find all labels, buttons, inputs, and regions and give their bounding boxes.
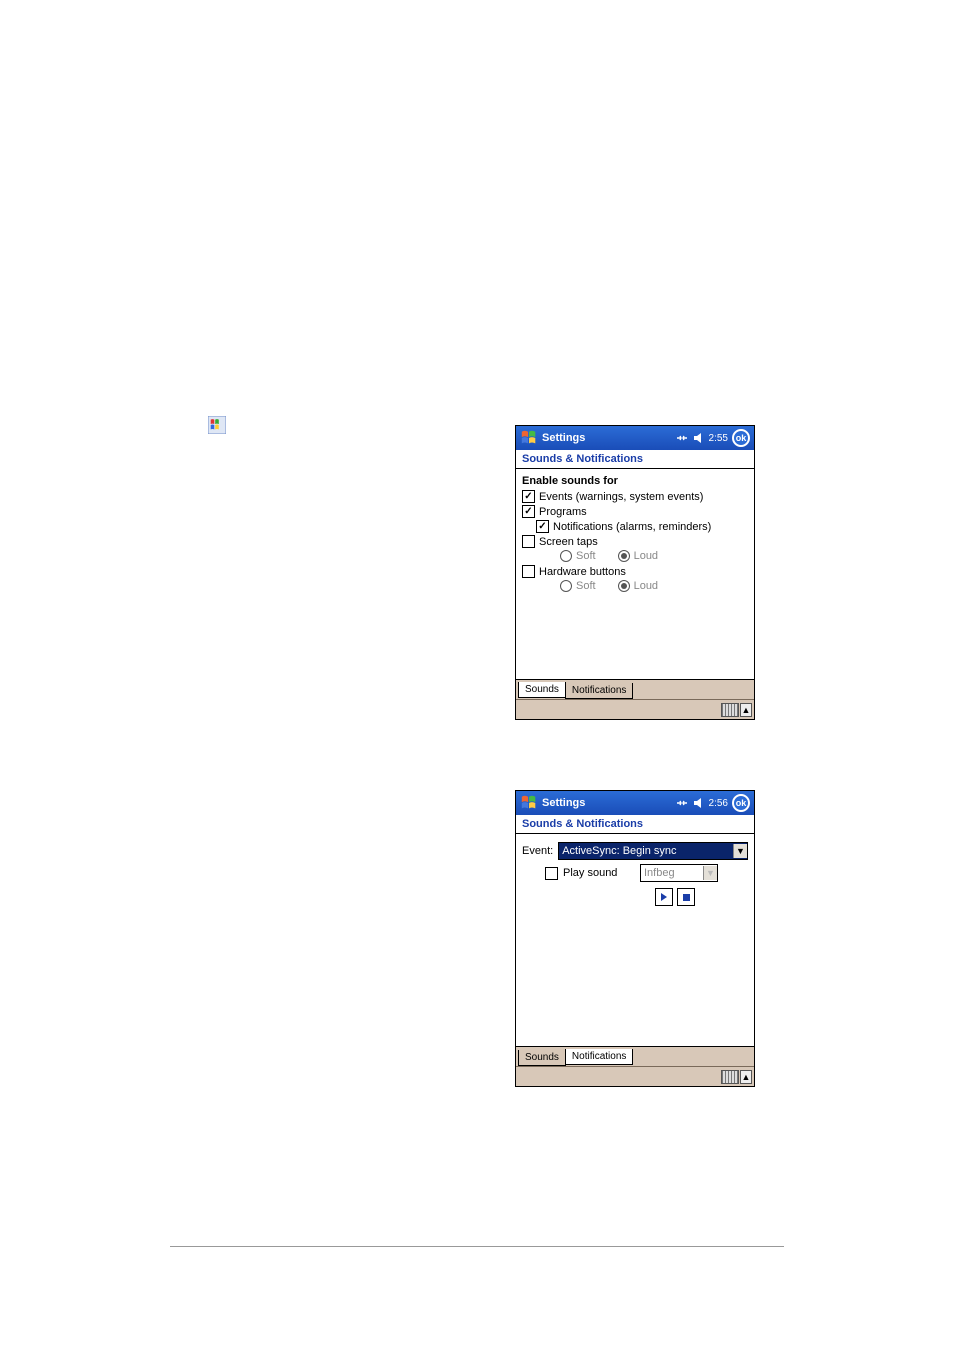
windows-start-icon: [208, 416, 228, 436]
ok-button[interactable]: ok: [732, 794, 750, 812]
events-label: Events (warnings, system events): [539, 491, 703, 503]
chevron-down-icon: ▼: [733, 844, 747, 858]
screentaps-soft-label: Soft: [576, 550, 596, 562]
stop-button[interactable]: [677, 888, 695, 906]
hardware-soft-radio[interactable]: [560, 580, 572, 592]
screentaps-loud-label: Loud: [634, 550, 658, 562]
connectivity-icon[interactable]: [675, 797, 689, 809]
hardware-loud-radio[interactable]: [618, 580, 630, 592]
tab-bar: Sounds Notifications: [516, 1046, 754, 1066]
clock-time[interactable]: 2:56: [709, 798, 728, 809]
notifications-tab-content: Event: ActiveSync: Begin sync ▼ Play sou…: [516, 834, 754, 1046]
hardware-loud-label: Loud: [634, 580, 658, 592]
page-divider: [170, 1246, 784, 1247]
programs-checkbox[interactable]: [522, 505, 535, 518]
sip-arrow-icon[interactable]: ▲: [740, 703, 752, 717]
keyboard-icon[interactable]: [721, 703, 739, 717]
screentaps-label: Screen taps: [539, 536, 598, 548]
event-field-label: Event:: [522, 845, 553, 857]
enable-sounds-label: Enable sounds for: [522, 475, 748, 487]
window-title: Settings: [542, 797, 585, 809]
event-combo-value: ActiveSync: Begin sync: [562, 845, 676, 857]
event-combo[interactable]: ActiveSync: Begin sync ▼: [558, 842, 748, 860]
settings-sounds-window: Settings 2:55 ok Sounds & Notifications …: [515, 425, 755, 720]
tab-sounds[interactable]: Sounds: [518, 1050, 566, 1066]
play-button[interactable]: [655, 888, 673, 906]
ok-button[interactable]: ok: [732, 429, 750, 447]
keyboard-icon[interactable]: [721, 1070, 739, 1084]
playsound-label: Play sound: [563, 867, 635, 879]
title-bar: Settings 2:56 ok: [516, 791, 754, 815]
window-title: Settings: [542, 432, 585, 444]
clock-time[interactable]: 2:55: [709, 433, 728, 444]
start-icon[interactable]: [520, 429, 538, 447]
hardware-label: Hardware buttons: [539, 566, 626, 578]
screentaps-soft-radio[interactable]: [560, 550, 572, 562]
hardware-soft-label: Soft: [576, 580, 596, 592]
input-panel-bar: ▲: [516, 699, 754, 719]
page-header: Sounds & Notifications: [516, 450, 754, 469]
sip-arrow-icon[interactable]: ▲: [740, 1070, 752, 1084]
title-bar: Settings 2:55 ok: [516, 426, 754, 450]
speaker-icon[interactable]: [693, 797, 705, 809]
speaker-icon[interactable]: [693, 432, 705, 444]
programs-label: Programs: [539, 506, 587, 518]
connectivity-icon[interactable]: [675, 432, 689, 444]
input-panel-bar: ▲: [516, 1066, 754, 1086]
chevron-down-icon: ▼: [703, 866, 717, 880]
tab-sounds[interactable]: Sounds: [518, 682, 566, 698]
screentaps-checkbox[interactable]: [522, 535, 535, 548]
settings-notifications-window: Settings 2:56 ok Sounds & Notifications …: [515, 790, 755, 1087]
notifications-checkbox[interactable]: [536, 520, 549, 533]
screentaps-loud-radio[interactable]: [618, 550, 630, 562]
page-header: Sounds & Notifications: [516, 815, 754, 834]
playsound-checkbox[interactable]: [545, 867, 558, 880]
tab-notifications[interactable]: Notifications: [565, 683, 633, 699]
start-icon[interactable]: [520, 794, 538, 812]
notifications-label: Notifications (alarms, reminders): [553, 521, 711, 533]
sound-file-combo[interactable]: Infbeg ▼: [640, 864, 718, 882]
tab-notifications[interactable]: Notifications: [565, 1049, 633, 1065]
sounds-tab-content: Enable sounds for Events (warnings, syst…: [516, 469, 754, 679]
hardware-checkbox[interactable]: [522, 565, 535, 578]
sound-file-value: Infbeg: [644, 867, 675, 879]
tab-bar: Sounds Notifications: [516, 679, 754, 699]
events-checkbox[interactable]: [522, 490, 535, 503]
